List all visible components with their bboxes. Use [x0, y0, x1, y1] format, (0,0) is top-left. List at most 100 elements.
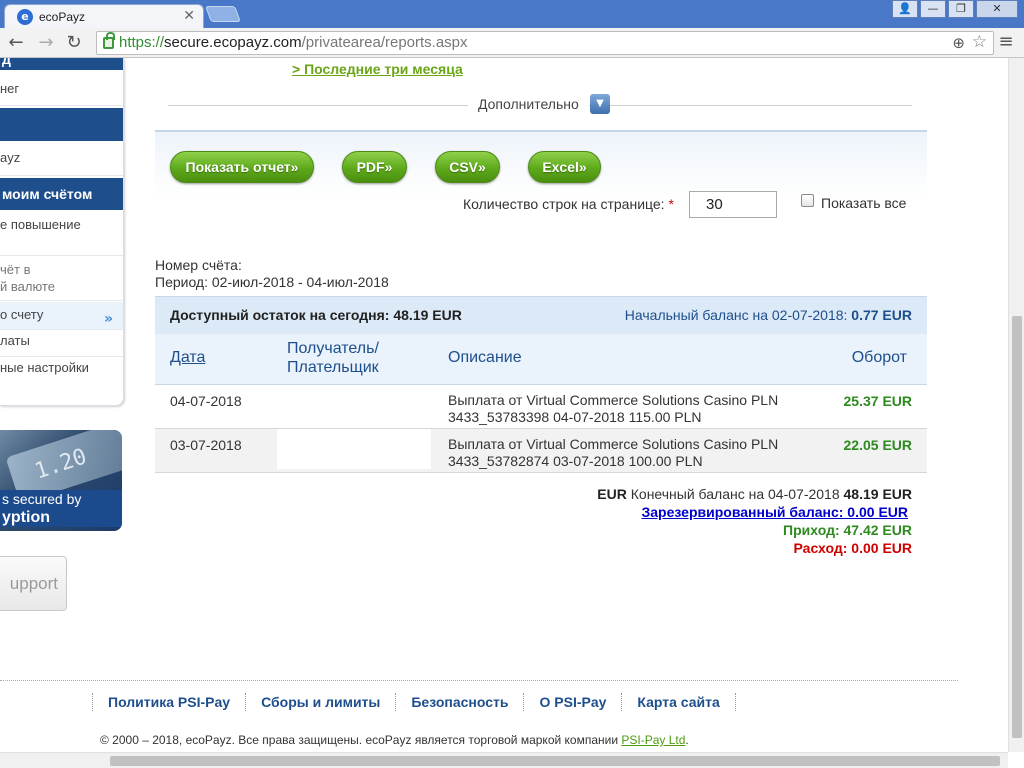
copyright-main: © 2000 – 2018, ecoPayz. Все права защище… — [100, 733, 619, 747]
security-text: s secured by yption — [0, 490, 122, 527]
sidebar-item-upgrade[interactable]: е повышение — [0, 216, 123, 256]
forward-arrow-icon[interactable]: → — [34, 31, 58, 55]
row-description-line-2: 3433_53782874 03-07-2018 100.00 PLN — [448, 453, 703, 469]
page-viewport: д нег ayz моим счётом е повышение чёт в … — [0, 58, 1008, 752]
sidebar-heading-account[interactable]: моим счётом — [0, 178, 123, 210]
sidebar-heading-2[interactable] — [0, 108, 123, 141]
sidebar-item-1[interactable]: нег — [0, 79, 123, 106]
url-host: secure.ecopayz.com — [164, 34, 302, 51]
date-column-header[interactable]: Дата — [170, 349, 205, 367]
csv-button[interactable]: CSV» — [435, 151, 500, 183]
sidebar-menu: д нег ayz моим счётом е повышение чёт в … — [0, 58, 124, 408]
available-balance: Доступный остаток на сегодня: 48.19 EUR — [170, 307, 462, 323]
sidebar-item-currency-account[interactable]: чёт в й валюте — [0, 261, 123, 301]
description-column-header: Описание — [448, 349, 522, 366]
last-three-months-link[interactable]: > Последние три месяца — [292, 61, 463, 77]
row-amount: 25.37 EUR — [843, 393, 912, 409]
support-button[interactable]: upport — [0, 556, 67, 611]
footer-link-sitemap[interactable]: Карта сайта — [622, 692, 734, 712]
reload-icon[interactable]: ↻ — [62, 31, 86, 55]
row-description: Выплата от Virtual Commerce Solutions Ca… — [448, 392, 828, 426]
footer-link-policy[interactable]: Политика PSI-Pay — [93, 692, 245, 712]
footer-link-about[interactable]: О PSI-Pay — [524, 692, 621, 712]
row-date: 03-07-2018 — [170, 437, 242, 453]
ecopayz-favicon-icon: e — [17, 9, 33, 25]
close-window-button[interactable]: ✕ — [976, 0, 1018, 18]
sidebar-heading-1[interactable]: д — [0, 58, 123, 70]
rows-per-page-input[interactable]: 30 — [689, 191, 777, 218]
footer-link-fees[interactable]: Сборы и лимиты — [246, 692, 395, 712]
required-mark: * — [668, 196, 674, 212]
more-options-label[interactable]: Дополнительно — [468, 96, 589, 112]
double-chevron-right-icon: » — [103, 311, 113, 327]
minimize-button[interactable]: — — [920, 0, 946, 18]
vertical-scroll-thumb[interactable] — [1012, 316, 1022, 738]
url-path: /privatearea/reports.aspx — [301, 34, 468, 51]
table-row: 03-07-2018 Выплата от Virtual Commerce S… — [155, 429, 927, 473]
back-arrow-icon[interactable]: ← — [4, 31, 28, 55]
rows-per-page-text: Количество строк на странице: — [463, 196, 665, 212]
table-row: 04-07-2018 Выплата от Virtual Commerce S… — [155, 385, 927, 429]
browser-tab[interactable]: e ecoPayz ✕ — [4, 4, 204, 28]
lock-icon — [103, 32, 115, 49]
payee-column-header: Получатель/Плательщик — [287, 339, 379, 377]
show-report-button[interactable]: Показать отчет» — [170, 151, 314, 183]
profile-icon[interactable]: 👤 — [892, 0, 918, 18]
closing-balance-label: Конечный баланс на 04-07-2018 — [630, 486, 840, 502]
footer-nav: Политика PSI-Pay Сборы и лимиты Безопасн… — [92, 692, 736, 712]
rows-per-page-label: Количество строк на странице: * — [463, 196, 674, 212]
row-description: Выплата от Virtual Commerce Solutions Ca… — [448, 436, 828, 470]
row-amount: 22.05 EUR — [843, 437, 912, 453]
pdf-button[interactable]: PDF» — [342, 151, 407, 183]
report-actions-panel: Показать отчет» PDF» CSV» Excel» — [155, 130, 927, 242]
sidebar-item-label: о счету — [0, 307, 44, 322]
opening-balance-label: Начальный баланс на 02-07-2018: — [624, 307, 848, 323]
browser-toolbar: ← → ↻ https://secure.ecopayz.com/private… — [0, 28, 1024, 58]
horizontal-scrollbar[interactable] — [0, 752, 1008, 768]
security-banner: 1.20 s secured by yption — [0, 430, 122, 531]
transactions-table-header: Дата Получатель/Плательщик Описание Обор… — [155, 334, 927, 385]
show-all-checkbox[interactable] — [801, 194, 814, 207]
closing-balance: EUR Конечный баланс на 04-07-2018 48.19 … — [597, 486, 912, 502]
bookmark-star-icon[interactable]: ☆ — [972, 32, 987, 52]
security-line-2: yption — [2, 509, 50, 526]
sidebar-item-statement[interactable]: о счету » — [0, 302, 123, 330]
footer-link-security[interactable]: Безопасность — [396, 692, 523, 712]
closing-currency: EUR — [597, 486, 627, 502]
row-description-line-1: Выплата от Virtual Commerce Solutions Ca… — [448, 436, 779, 452]
tab-close-icon[interactable]: ✕ — [183, 8, 195, 24]
copyright-end: . — [685, 733, 689, 747]
url-text[interactable]: https://secure.ecopayz.com/privatearea/r… — [119, 34, 468, 51]
url-scheme: https:// — [119, 34, 165, 51]
expand-down-icon[interactable]: ▼ — [590, 94, 610, 114]
sidebar-item-ecopayz[interactable]: ayz — [0, 148, 123, 176]
horizontal-scroll-thumb[interactable] — [110, 756, 1000, 766]
footer-separator — [734, 693, 736, 711]
row-description-line-1: Выплата от Virtual Commerce Solutions Ca… — [448, 392, 779, 408]
period-text: Период: 02-июл-2018 - 04-июл-2018 — [155, 274, 389, 290]
security-line-1: s secured by — [2, 491, 82, 507]
opening-balance: Начальный баланс на 02-07-2018: 0.77 EUR — [625, 307, 912, 323]
zoom-icon[interactable]: ⊕ — [952, 34, 965, 52]
tab-title: ecoPayz — [39, 10, 86, 24]
opening-balance-value: 0.77 EUR — [851, 307, 912, 323]
sidebar-item-payments[interactable]: латы — [0, 332, 123, 357]
row-description-line-2: 3433_53783398 04-07-2018 115.00 PLN — [448, 409, 702, 425]
payee-header-line-2: Плательщик — [287, 359, 379, 376]
vertical-scrollbar[interactable] — [1008, 58, 1024, 752]
expense-total: Расход: 0.00 EUR — [793, 540, 912, 556]
footer-divider — [0, 680, 958, 681]
new-tab-button[interactable] — [205, 6, 241, 22]
copyright-text: © 2000 – 2018, ecoPayz. Все права защище… — [100, 733, 689, 747]
balance-bar: Доступный остаток на сегодня: 48.19 EUR … — [155, 296, 927, 334]
address-bar[interactable]: https://secure.ecopayz.com/privatearea/r… — [96, 31, 994, 55]
sidebar-item-settings[interactable]: ные настройки — [0, 359, 123, 387]
reserved-balance-link[interactable]: Зарезервированный баланс: 0.00 EUR — [642, 504, 909, 520]
browser-menu-icon[interactable]: ≡ — [996, 31, 1016, 55]
excel-button[interactable]: Excel» — [528, 151, 601, 183]
restore-button[interactable]: ❐ — [948, 0, 974, 18]
psi-pay-link[interactable]: PSI-Pay Ltd — [621, 733, 685, 747]
payee-header-line-1: Получатель/ — [287, 340, 379, 357]
show-all-label[interactable]: Показать все — [821, 195, 906, 211]
browser-titlebar: e ecoPayz ✕ 👤 — ❐ ✕ — [0, 0, 1024, 28]
